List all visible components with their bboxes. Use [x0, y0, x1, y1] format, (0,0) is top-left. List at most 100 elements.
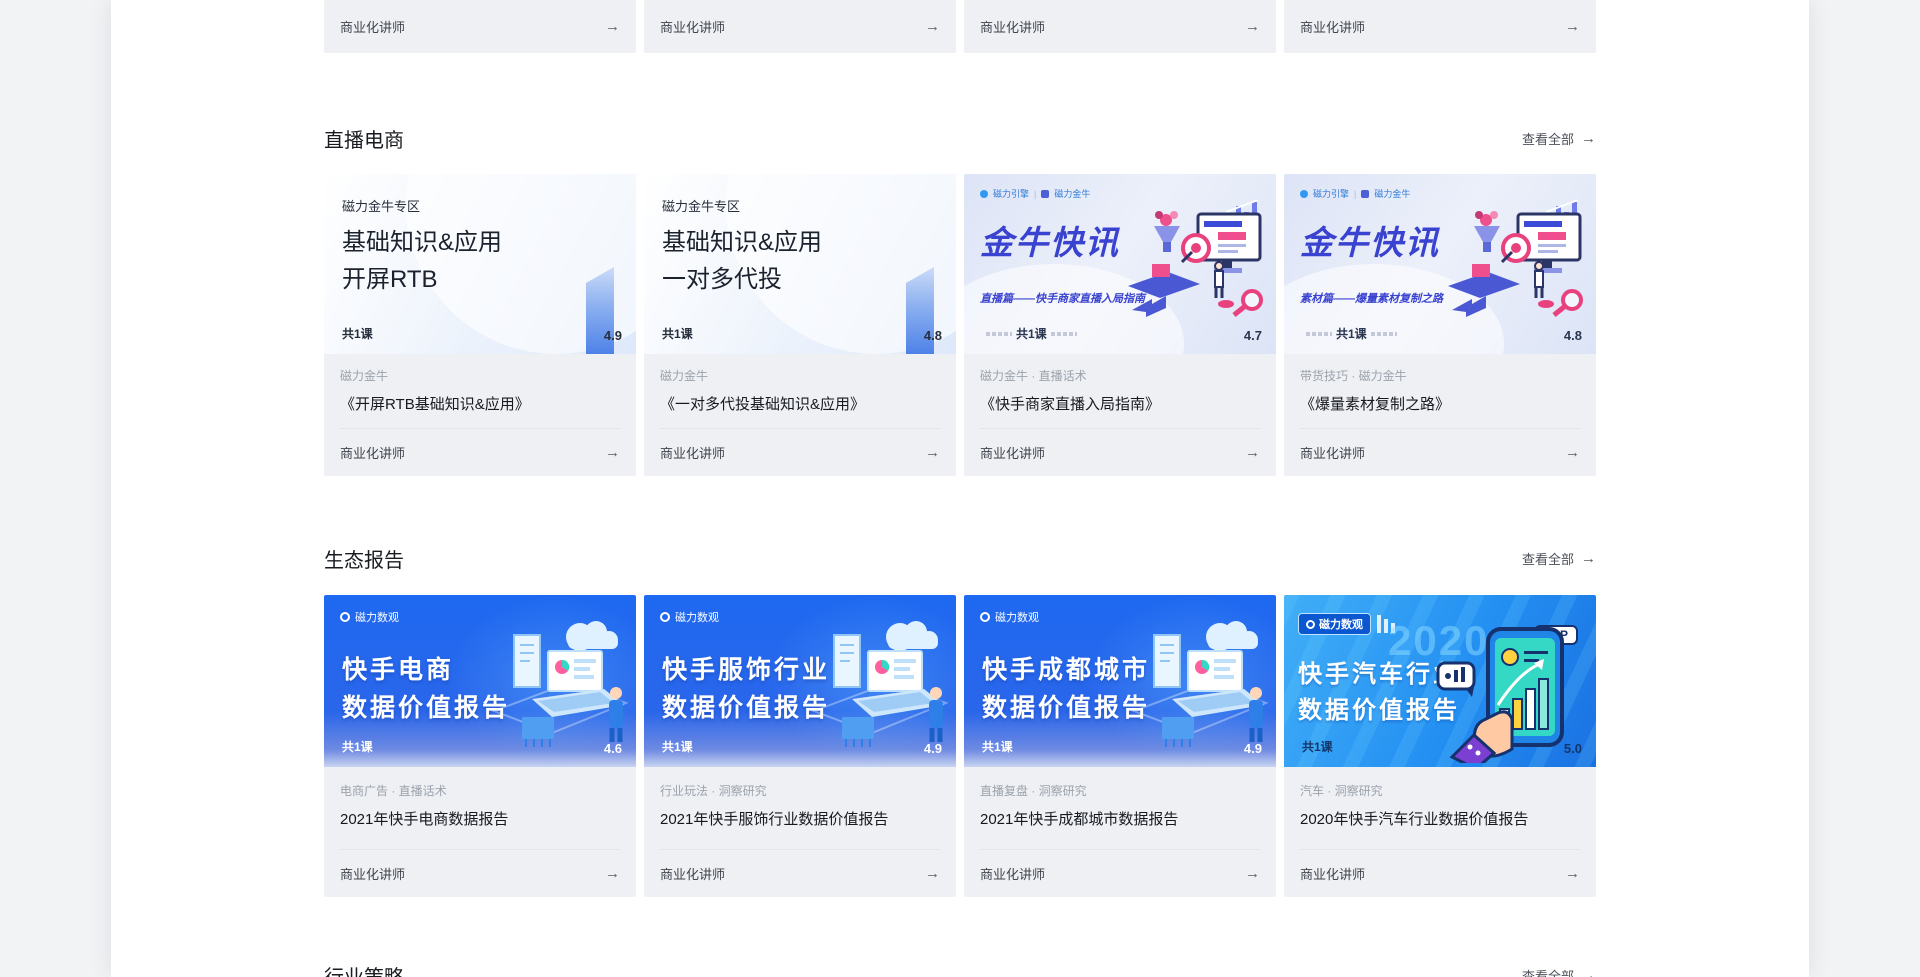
- rating-value: 4.9: [924, 741, 942, 756]
- arrow-right-icon[interactable]: →: [605, 865, 620, 882]
- course-card[interactable]: 商业化讲师 →: [324, 0, 636, 53]
- instructor-label: 商业化讲师: [660, 864, 725, 883]
- instructor-label: 商业化讲师: [980, 864, 1045, 883]
- course-banner: 磁力金牛专区 基础知识&应用 开屏RTB 共1课 4.9: [324, 174, 636, 354]
- section-title: 行业策略: [324, 961, 404, 977]
- lesson-count: 共1课: [342, 738, 373, 755]
- arrow-right-icon[interactable]: →: [605, 18, 620, 35]
- instructor-label: 商业化讲师: [660, 17, 725, 36]
- view-all-label: 查看全部: [1522, 549, 1574, 568]
- brand-separator: |: [1034, 189, 1036, 199]
- arrow-right-icon[interactable]: →: [1565, 865, 1580, 882]
- fine-print-decor: [1051, 332, 1077, 336]
- rating-value: 4.8: [924, 328, 942, 343]
- magnetic-data-logo-icon: [1306, 620, 1315, 629]
- banner-subtitle: 素材篇——爆量素材复制之路: [1300, 290, 1443, 306]
- instructor-label: 商业化讲师: [980, 443, 1045, 462]
- course-category: 磁力金牛: [340, 354, 620, 384]
- arrow-right-icon[interactable]: →: [925, 865, 940, 882]
- view-all-link[interactable]: 查看全部 →: [1522, 549, 1596, 568]
- course-card[interactable]: 商业化讲师 →: [1284, 0, 1596, 53]
- course-card[interactable]: 磁力引擎 | 磁力金牛 金牛快讯 直播篇——快手商家直播入局指南: [964, 174, 1276, 476]
- course-card[interactable]: 商业化讲师 →: [644, 0, 956, 53]
- arrow-right-icon[interactable]: →: [925, 18, 940, 35]
- brand-label: 磁力金牛: [1054, 187, 1090, 200]
- fine-print-decor: [986, 332, 1012, 336]
- course-card[interactable]: 磁力金牛专区 基础知识&应用 一对多代投 共1课 4.8 磁力金牛 《一对多代投…: [644, 174, 956, 476]
- banner-brand: 磁力数观: [340, 609, 399, 625]
- banner-brands: 磁力引擎 | 磁力金牛: [1300, 187, 1410, 200]
- card-footer: 商业化讲师 →: [1300, 849, 1580, 897]
- lesson-count: 共1课: [662, 325, 693, 342]
- arrow-right-icon[interactable]: →: [605, 444, 620, 461]
- course-card[interactable]: 磁力数观 快手电商 数据价值报告: [324, 595, 636, 897]
- course-banner: 磁力数观 快手成都城市 数据价值报告: [964, 595, 1276, 767]
- card-body: 磁力金牛 《一对多代投基础知识&应用》 商业化讲师 →: [644, 354, 956, 476]
- course-banner: 磁力数观 快手电商 数据价值报告: [324, 595, 636, 767]
- arrow-right-icon[interactable]: →: [1245, 865, 1260, 882]
- banner-illustration: [464, 611, 634, 761]
- rating-value: 4.9: [1244, 741, 1262, 756]
- card-body: 电商广告 · 直播话术 2021年快手电商数据报告 商业化讲师 →: [324, 767, 636, 897]
- instructor-label: 商业化讲师: [340, 864, 405, 883]
- brand-label: 磁力金牛: [1374, 187, 1410, 200]
- course-title: 2020年快手汽车行业数据价值报告: [1300, 808, 1580, 829]
- magnetic-data-badge: 磁力数观: [1298, 613, 1371, 635]
- arrow-right-icon[interactable]: →: [925, 444, 940, 461]
- arrow-right-icon[interactable]: →: [1245, 444, 1260, 461]
- course-card[interactable]: 磁力数观 快手服饰行业 数据价值报告: [644, 595, 956, 897]
- course-banner: 磁力金牛专区 基础知识&应用 一对多代投 共1课 4.8: [644, 174, 956, 354]
- banner-brand: 磁力数观: [660, 609, 719, 625]
- card-body: 汽车 · 洞察研究 2020年快手汽车行业数据价值报告 商业化讲师 →: [1284, 767, 1596, 897]
- course-card[interactable]: 磁力数观 2020 TOP 快手汽车行业 数据价值报告: [1284, 595, 1596, 897]
- course-card[interactable]: 磁力数观 快手成都城市 数据价值报告: [964, 595, 1276, 897]
- instructor-label: 商业化讲师: [340, 17, 405, 36]
- section-title: 直播电商: [324, 124, 404, 153]
- banner-illustration: [784, 611, 954, 761]
- card-row-eco-report: 磁力数观 快手电商 数据价值报告: [324, 595, 1596, 897]
- arrow-right-icon: →: [1581, 130, 1596, 147]
- banner-illustration: [1442, 200, 1592, 322]
- lesson-count: 共1课: [982, 738, 1013, 755]
- arrow-right-icon[interactable]: →: [1565, 444, 1580, 461]
- brand-separator: |: [1354, 189, 1356, 199]
- course-title: 《一对多代投基础知识&应用》: [660, 393, 940, 414]
- lesson-count: 共1课: [662, 738, 693, 755]
- course-card[interactable]: 磁力金牛专区 基础知识&应用 开屏RTB 共1课 4.9 磁力金牛 《开屏RTB…: [324, 174, 636, 476]
- magnetic-engine-logo-icon: [980, 190, 988, 198]
- course-category: 带货技巧 · 磁力金牛: [1300, 354, 1580, 384]
- card-body: 磁力金牛 · 直播话术 《快手商家直播入局指南》 商业化讲师 →: [964, 354, 1276, 476]
- magnetic-data-logo-icon: [980, 612, 990, 622]
- banner-illustration: [1104, 611, 1274, 761]
- banner-brands: 磁力引擎 | 磁力金牛: [980, 187, 1090, 200]
- magnetic-engine-logo-icon: [1300, 190, 1308, 198]
- course-title: 2021年快手成都城市数据报告: [980, 808, 1260, 829]
- card-row-live-ecommerce: 磁力金牛专区 基础知识&应用 开屏RTB 共1课 4.9 磁力金牛 《开屏RTB…: [324, 174, 1596, 476]
- card-body: 行业玩法 · 洞察研究 2021年快手服饰行业数据价值报告 商业化讲师 →: [644, 767, 956, 897]
- rating-value: 4.7: [1244, 328, 1262, 343]
- magnetic-taurus-logo-icon: [1361, 190, 1369, 198]
- view-all-label: 查看全部: [1522, 966, 1574, 977]
- course-card[interactable]: 磁力引擎 | 磁力金牛 金牛快讯 素材篇——爆量素材复制之路: [1284, 174, 1596, 476]
- arrow-right-icon[interactable]: →: [1565, 18, 1580, 35]
- rating-value: 4.6: [604, 741, 622, 756]
- magnetic-data-logo-icon: [340, 612, 350, 622]
- arrow-right-icon[interactable]: →: [1245, 18, 1260, 35]
- course-card[interactable]: 商业化讲师 →: [964, 0, 1276, 53]
- banner-title: 基础知识&应用 一对多代投: [662, 224, 822, 298]
- arrow-right-icon: →: [1581, 550, 1596, 567]
- course-category: 汽车 · 洞察研究: [1300, 767, 1580, 799]
- section-header-industry-strategy: 行业策略 查看全部 →: [324, 961, 1596, 977]
- banner-title: 金牛快讯: [980, 216, 1120, 264]
- course-banner: 磁力数观 2020 TOP 快手汽车行业 数据价值报告: [1284, 595, 1596, 767]
- view-all-link[interactable]: 查看全部 →: [1522, 966, 1596, 977]
- card-body: 带货技巧 · 磁力金牛 《爆量素材复制之路》 商业化讲师 →: [1284, 354, 1596, 476]
- section-header-live-ecommerce: 直播电商 查看全部 →: [324, 124, 1596, 153]
- rating-value: 4.9: [604, 328, 622, 343]
- view-all-link[interactable]: 查看全部 →: [1522, 129, 1596, 148]
- course-title: 2021年快手服饰行业数据价值报告: [660, 808, 940, 829]
- banner-brand: 磁力数观: [980, 609, 1039, 625]
- course-title: 《爆量素材复制之路》: [1300, 393, 1580, 414]
- card-footer: 商业化讲师 →: [980, 849, 1260, 897]
- instructor-label: 商业化讲师: [1300, 864, 1365, 883]
